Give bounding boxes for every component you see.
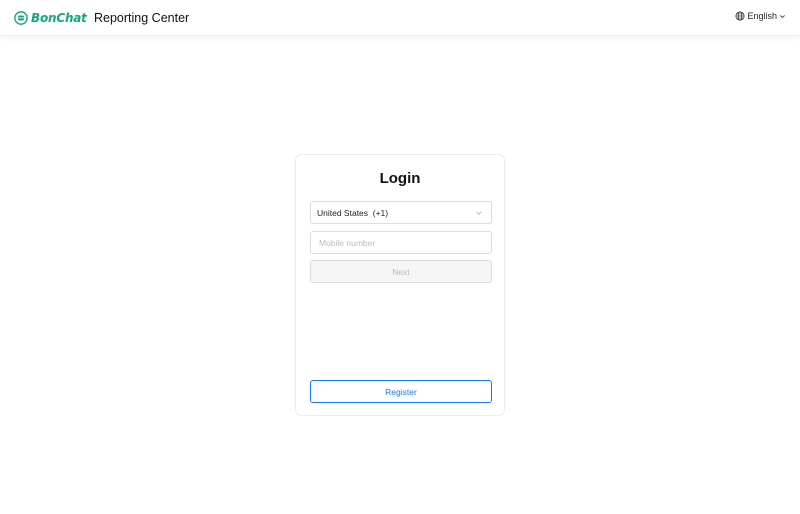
globe-icon: [735, 11, 746, 21]
country-code-select[interactable]: United States (+1): [310, 201, 492, 224]
chevron-down-icon: [476, 211, 482, 215]
brand-logo[interactable]: BonChat: [14, 10, 87, 26]
page-title: Reporting Center: [94, 11, 190, 25]
language-selector[interactable]: English: [735, 11, 786, 21]
mobile-number-input[interactable]: [310, 231, 492, 254]
country-code-value: United States (+1): [317, 207, 389, 218]
top-header: BonChat Reporting Center English: [0, 0, 800, 36]
chevron-down-icon: [780, 14, 785, 18]
language-label: English: [747, 11, 777, 21]
next-button[interactable]: Next: [310, 260, 492, 283]
login-card: Login United States (+1) Next Register: [295, 154, 505, 416]
bonchat-logo-icon: [14, 11, 28, 25]
login-title: Login: [379, 170, 421, 187]
register-button[interactable]: Register: [310, 380, 492, 403]
logo-text: BonChat: [31, 11, 87, 25]
